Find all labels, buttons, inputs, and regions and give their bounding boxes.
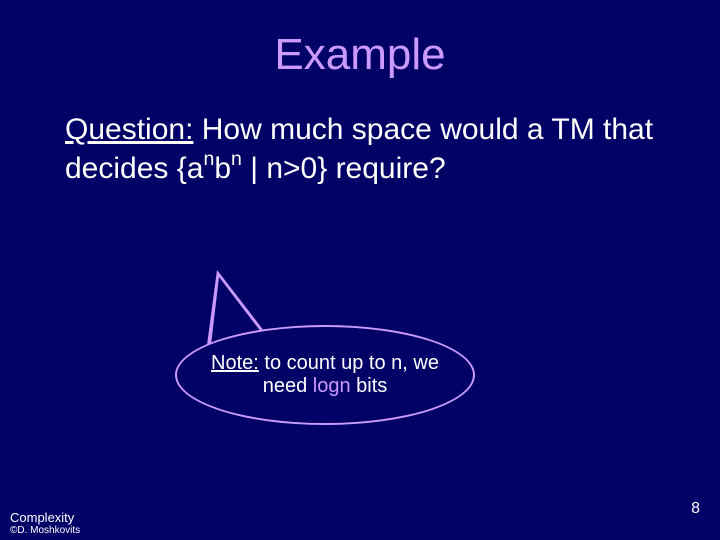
- callout-part2: bits: [351, 375, 388, 397]
- slide-title: Example: [0, 0, 720, 100]
- superscript-n2: n: [231, 148, 242, 170]
- logn-text: logn: [313, 375, 351, 397]
- footer-copyright: ©D. Moshkovits: [10, 525, 80, 536]
- slide: Example Question: How much space would a…: [0, 0, 720, 540]
- question-part3: | n>0} require?: [242, 152, 446, 185]
- question-label: Question:: [65, 113, 193, 146]
- footer-left: Complexity ©D. Moshkovits: [10, 511, 80, 536]
- note-label: Note:: [211, 352, 259, 374]
- callout-text: Note: to count up to n, we need logn bit…: [177, 352, 473, 398]
- footer-line1: Complexity: [10, 511, 80, 525]
- callout: Note: to count up to n, we need logn bit…: [175, 275, 475, 425]
- page-number: 8: [691, 500, 700, 518]
- question-part2: b: [214, 152, 231, 185]
- question-text: Question: How much space would a TM that…: [0, 100, 720, 188]
- callout-bubble: Note: to count up to n, we need logn bit…: [175, 325, 475, 425]
- superscript-n1: n: [203, 148, 214, 170]
